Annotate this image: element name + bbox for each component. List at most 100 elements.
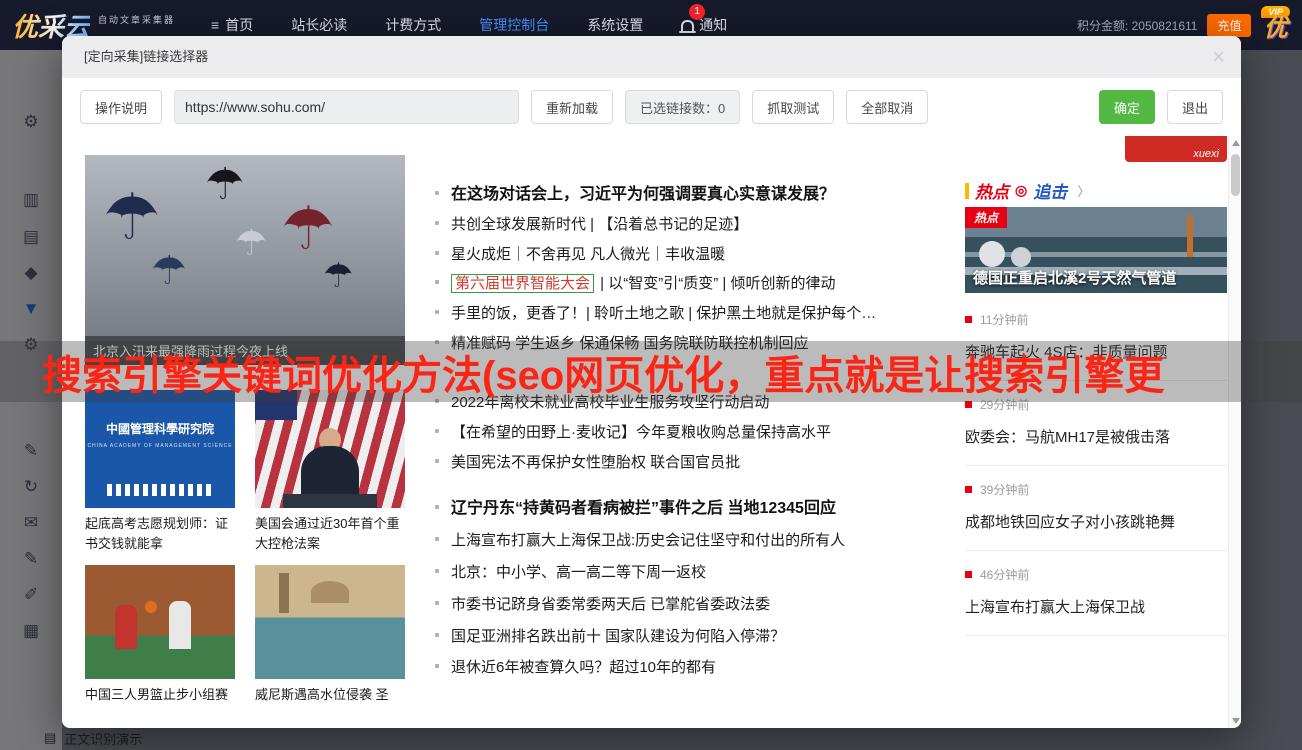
news-link[interactable]: 精准赋码 学生返乡 保通保畅 国务院联防联控机制回应 [435, 334, 1000, 354]
news-link[interactable]: 在这场对话会上，习近平为何强调要真心实意谋发展？ [435, 185, 1000, 205]
confirm-button[interactable]: 确定 [1099, 90, 1155, 124]
news-link[interactable]: 手里的饭，更香了！| 聆听土地之歌 | 保护黑土地就是保护每个… [435, 304, 1000, 324]
hot-image-caption: 德国正重启北溪2号天然气管道 [973, 267, 1176, 288]
vip-corner[interactable]: VIP 优 [1261, 6, 1290, 40]
bell-icon [681, 20, 694, 31]
credits-amount: 积分金额: 2050821611 [1077, 17, 1198, 34]
hot-news-item[interactable]: 46分钟前 上海宣布打赢大上海保卫战 [965, 551, 1227, 636]
menu-item-notifications[interactable]: 通知 1 [681, 15, 727, 35]
recharge-button[interactable]: 充值 [1207, 14, 1251, 37]
news-link[interactable]: 【在希望的田野上·麦收记】今年夏粮收购总量保持高水平 [435, 423, 1000, 443]
photo-caption[interactable]: 威尼斯遇高水位侵袭 圣 [255, 685, 407, 705]
dialog-header: [定向采集]链接选择器 × [62, 36, 1241, 78]
news-link[interactable]: 共创全球发展新时代 | 【沿着总书记的足迹】 [435, 215, 1000, 235]
selected-links-count: 已选链接数：0 [625, 90, 740, 124]
bullet-icon [435, 280, 439, 284]
menu-item-billing[interactable]: 计费方式 [385, 15, 441, 35]
photo-card-venice[interactable] [255, 565, 405, 679]
red-square-icon [965, 486, 972, 493]
bullet-icon [435, 221, 439, 225]
embedded-webpage: xuexi ☂ ☂ ☂ ☂ ☂ ☂ 北京入汛来最强降雨过程今夜上线 中國管理科學… [62, 136, 1241, 728]
news-link[interactable]: 辽宁丹东“持黄码者看病被拦”事件之后 当地12345回应 [435, 499, 1000, 519]
building-decoration [107, 484, 213, 496]
menu-item-home[interactable]: ≡首页 [211, 15, 253, 35]
player-decoration [115, 605, 137, 649]
umbrella-icon: ☂ [205, 163, 244, 207]
photo-caption[interactable]: 美国会通过近30年首个重大控枪法案 [255, 514, 407, 554]
photo-card-congress[interactable] [255, 390, 405, 508]
corner-logo-icon: 优 [1264, 18, 1288, 40]
red-square-icon [965, 571, 972, 578]
bullet-icon [435, 251, 439, 255]
bullet-icon [435, 399, 439, 403]
hot-news-item[interactable]: 29分钟前 欧委会：马航MH17是被俄击落 [965, 381, 1227, 466]
news-link[interactable]: 国足亚洲排名跌出前十 国家队建设为何陷入停滞？ [435, 627, 1000, 647]
news-link[interactable]: 市委书记跻身省委常委两天后 已掌舵省委政法委 [435, 595, 1000, 615]
bullet-icon [435, 569, 439, 573]
red-square-icon [965, 401, 972, 408]
highlighted-selected-link[interactable]: 第六届世界智能大会 [451, 274, 594, 293]
news-link[interactable]: 第六届世界智能大会 | 以“智变”引“质变” | 倾听创新的律动 [435, 274, 1000, 294]
close-icon[interactable]: × [1212, 44, 1225, 70]
bullet-icon [435, 191, 439, 195]
menu-item-webmaster-read[interactable]: 站长必读 [291, 15, 347, 35]
reload-button[interactable]: 重新加载 [531, 90, 613, 124]
news-link[interactable]: 星火成炬｜不舍再见 凡人微光｜丰收温暖 [435, 245, 1000, 265]
yellow-bar-decoration [965, 183, 969, 199]
academy-title: 中國管理科學研究院 [85, 420, 235, 437]
photo-card-basketball[interactable] [85, 565, 235, 679]
grab-test-button[interactable]: 抓取测试 [752, 90, 834, 124]
exit-button[interactable]: 退出 [1167, 90, 1223, 124]
bullet-icon [435, 459, 439, 463]
menu-item-settings[interactable]: 系统设置 [587, 15, 643, 35]
news-link[interactable]: 美国宪法不再保护女性堕胎权 联合国官员批 [435, 453, 1000, 473]
timestamp: 39分钟前 [965, 482, 1227, 497]
photo-card-academy[interactable]: 中國管理科學研究院 CHINA ACADEMY OF MANAGEMENT SC… [85, 390, 235, 508]
bullet-icon [435, 340, 439, 344]
bullet-icon [435, 429, 439, 433]
dome-decoration [311, 581, 349, 603]
hot-feature-image[interactable]: 热点 德国正重启北溪2号天然气管道 [965, 207, 1227, 293]
news-link[interactable]: 2022年离校未就业高校毕业生服务攻坚行动启动 [435, 393, 1000, 413]
cancel-all-button[interactable]: 全部取消 [846, 90, 928, 124]
ball-decoration [145, 601, 157, 613]
umbrella-icon: ☂ [151, 251, 187, 291]
banner-text-fragment: xuexi [1193, 148, 1219, 160]
hot-badge: 热点 [965, 207, 1007, 228]
figure-decoration [301, 446, 359, 496]
news-link[interactable]: 上海宣布打赢大上海保卫战:历史会记住坚守和付出的所有人 [435, 531, 1000, 551]
crane-decoration [1187, 215, 1193, 257]
photo-caption[interactable]: 起底高考志愿规划师：证书交钱就能拿 [85, 514, 237, 554]
scrollbar-thumb[interactable] [1231, 154, 1240, 196]
top-menu: ≡首页 站长必读 计费方式 管理控制台 系统设置 通知 1 [211, 15, 727, 35]
promo-banner-fragment[interactable]: xuexi [1125, 136, 1227, 162]
photo-caption[interactable]: 中国三人男篮止步小组赛 [85, 685, 237, 705]
hot-title-part1: 热点 [975, 178, 1009, 203]
tank-decoration [979, 241, 1005, 267]
umbrella-icon: ☂ [281, 199, 335, 259]
news-link[interactable]: 退休近6年被查算久吗？超过10年的都有 [435, 658, 1000, 678]
bullet-icon [435, 310, 439, 314]
scroll-up-arrow-icon[interactable] [1232, 140, 1240, 146]
help-button[interactable]: 操作说明 [80, 90, 162, 124]
news-link[interactable]: 北京：中小学、高一高二等下周一返校 [435, 563, 1000, 583]
hero-caption: 北京入汛来最强降雨过程今夜上线 [85, 336, 405, 365]
red-square-icon [965, 316, 972, 323]
hot-panel-header[interactable]: 热点 ◎ 追击 〉 [965, 178, 1090, 203]
umbrella-icon: ☂ [103, 185, 160, 249]
url-input[interactable] [174, 90, 519, 124]
hot-news-item[interactable]: 39分钟前 成都地铁回应女子对小孩跳艳舞 [965, 466, 1227, 551]
link-selector-dialog: [定向采集]链接选择器 × 操作说明 重新加载 已选链接数：0 抓取测试 全部取… [62, 36, 1241, 728]
vertical-scrollbar[interactable] [1228, 136, 1241, 728]
timestamp: 29分钟前 [965, 397, 1227, 412]
player-decoration [169, 601, 191, 649]
umbrella-icon: ☂ [323, 259, 353, 293]
menu-item-console[interactable]: 管理控制台 [479, 15, 549, 35]
podium-decoration [283, 494, 377, 508]
umbrella-icon: ☂ [235, 225, 267, 261]
scroll-down-arrow-icon[interactable] [1232, 718, 1240, 724]
tank-decoration [1011, 247, 1031, 267]
hero-photo-link[interactable]: ☂ ☂ ☂ ☂ ☂ ☂ 北京入汛来最强降雨过程今夜上线 [85, 155, 405, 365]
hot-news-item[interactable]: 11分钟前 奔驰车起火 4S店：非质量问题 [965, 296, 1227, 381]
chevron-right-icon: 〉 [1077, 181, 1090, 200]
